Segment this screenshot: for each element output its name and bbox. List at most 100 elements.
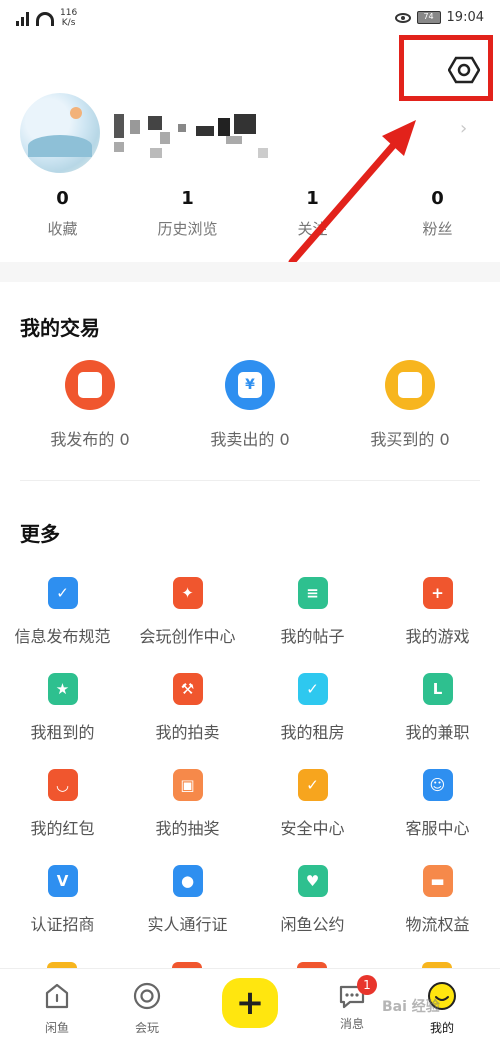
rented-icon: ★ — [47, 673, 78, 705]
more-item[interactable]: ★ 我租到的 — [0, 673, 125, 769]
more-item[interactable]: ● 实人通行证 — [125, 865, 250, 961]
tab-home[interactable]: 闲鱼 — [22, 981, 92, 1036]
chevron-right-icon[interactable]: › — [460, 118, 467, 139]
more-item[interactable]: ≡ 我的帖子 — [250, 577, 375, 673]
more-item[interactable]: ▣ 我的抽奖 — [125, 769, 250, 865]
more-item-label: 我的拍卖 — [155, 723, 220, 742]
auction-hammer-icon: ⚒ — [172, 673, 203, 705]
trade-item[interactable]: 我买到的 0 — [335, 360, 485, 450]
signal-icon — [16, 10, 30, 26]
tab-huiwan[interactable]: 会玩 — [112, 981, 182, 1036]
clock-bag-icon: L — [422, 673, 453, 705]
more-item[interactable]: ◡ 我的红包 — [0, 769, 125, 865]
house-icon: ✓ — [297, 673, 328, 705]
unread-badge: 1 — [357, 975, 377, 995]
more-item-label: 客服中心 — [405, 819, 470, 838]
network-speed-unit: K/s — [61, 18, 76, 28]
status-bar: 116 K/s 74 19:04 — [0, 0, 500, 36]
shield-icon: ✓ — [297, 769, 328, 801]
more-item-label: 安全中心 — [280, 819, 345, 838]
divider — [20, 480, 480, 481]
more-item[interactable]: ▬ 物流权益 — [375, 865, 500, 961]
stat-value: 0 — [56, 188, 69, 209]
settings-icon[interactable] — [448, 56, 480, 84]
stat-following[interactable]: 1 关注 — [250, 188, 375, 239]
logistics-box-icon: ▬ — [422, 865, 453, 897]
stat-value: 1 — [181, 188, 194, 209]
more-item-label: 我的游戏 — [405, 627, 470, 646]
stat-value: 1 — [306, 188, 319, 209]
more-item-label: 闲鱼公约 — [280, 915, 345, 934]
stat-label: 收藏 — [47, 220, 78, 238]
more-item-label: 我的抽奖 — [155, 819, 220, 838]
gift-icon: ▣ — [172, 769, 203, 801]
more-item[interactable]: ✓ 安全中心 — [250, 769, 375, 865]
pact-icon: ♥ — [297, 865, 328, 897]
more-item-label: 我租到的 — [30, 723, 95, 742]
more-item[interactable]: V 认证招商 — [0, 865, 125, 961]
battery-icon: 74 — [416, 11, 441, 24]
more-item-label: 会玩创作中心 — [139, 627, 236, 646]
stat-history[interactable]: 1 历史浏览 — [125, 188, 250, 239]
status-left: 116 K/s — [16, 8, 77, 28]
section-gap — [0, 262, 500, 282]
gamepad-icon: + — [422, 577, 453, 609]
tab-label: 消息 — [339, 1017, 364, 1031]
more-item-label: 信息发布规范 — [14, 627, 111, 646]
trade-label: 我卖出的 0 — [210, 430, 290, 449]
lightbulb-icon: ✦ — [172, 577, 203, 609]
stat-followers[interactable]: 0 粉丝 — [375, 188, 500, 239]
clock: 19:04 — [446, 10, 484, 25]
more-item[interactable]: ✦ 会玩创作中心 — [125, 577, 250, 673]
stat-value: 0 — [431, 188, 444, 209]
tab-label: 我的 — [429, 1021, 454, 1035]
red-packet-icon: ◡ — [47, 769, 78, 801]
more-item-label: 我的帖子 — [280, 627, 345, 646]
more-item[interactable]: + 我的游戏 — [375, 577, 500, 673]
tab-label: 闲鱼 — [44, 1021, 69, 1035]
bought-icon — [385, 360, 435, 410]
my-trades-title: 我的交易 — [20, 316, 100, 340]
more-grid: ✓ 信息发布规范 ✦ 会玩创作中心 ≡ 我的帖子 + 我的游戏 ★ 我租到的 ⚒ 我的拍卖 ✓ 我的租房 L… — [0, 577, 500, 961]
circle-target-icon — [133, 982, 161, 1010]
home-icon — [45, 983, 69, 1009]
stat-label: 粉丝 — [422, 220, 453, 238]
more-item-label: 认证招商 — [30, 915, 95, 934]
more-item-label: 我的租房 — [280, 723, 345, 742]
stat-label: 历史浏览 — [157, 220, 218, 238]
headset-icon: ☺ — [422, 769, 453, 801]
trade-label: 我买到的 0 — [370, 430, 450, 449]
check-doc-icon: ✓ — [47, 577, 78, 609]
my-trades-row: 我发布的 0 ¥ 我卖出的 0 我买到的 0 — [0, 360, 500, 450]
more-item[interactable]: ⚒ 我的拍卖 — [125, 673, 250, 769]
network-speed: 116 K/s — [60, 8, 77, 28]
post-icon: ≡ — [297, 577, 328, 609]
more-item[interactable]: ☺ 客服中心 — [375, 769, 500, 865]
network-speed-value: 116 — [60, 8, 78, 18]
more-item[interactable]: L 我的兼职 — [375, 673, 500, 769]
avatar[interactable] — [20, 93, 100, 173]
published-icon — [65, 360, 115, 410]
publish-button[interactable]: + — [222, 978, 278, 1028]
trade-label: 我发布的 0 — [50, 430, 130, 449]
trade-item[interactable]: ¥ 我卖出的 0 — [175, 360, 325, 450]
nickname-pixelated[interactable] — [114, 112, 270, 164]
more-item-label: 实人通行证 — [147, 915, 228, 934]
verify-icon: V — [47, 865, 78, 897]
more-title: 更多 — [20, 522, 60, 546]
wifi-icon — [36, 12, 54, 26]
more-item[interactable]: ✓ 我的租房 — [250, 673, 375, 769]
eye-comfort-icon — [394, 12, 411, 23]
status-right: 74 19:04 — [394, 10, 484, 25]
more-item-label: 我的兼职 — [405, 723, 470, 742]
stat-favorites[interactable]: 0 收藏 — [0, 188, 125, 239]
chat-icon-wrap: 1 — [337, 975, 377, 1011]
more-item-label: 物流权益 — [405, 915, 470, 934]
tab-label: 会玩 — [134, 1021, 159, 1035]
trade-item[interactable]: 我发布的 0 — [15, 360, 165, 450]
more-item-label: 我的红包 — [30, 819, 95, 838]
more-item[interactable]: ✓ 信息发布规范 — [0, 577, 125, 673]
tab-messages[interactable]: 1 消息 — [317, 975, 387, 1032]
person-id-icon: ● — [172, 865, 203, 897]
more-item[interactable]: ♥ 闲鱼公约 — [250, 865, 375, 961]
